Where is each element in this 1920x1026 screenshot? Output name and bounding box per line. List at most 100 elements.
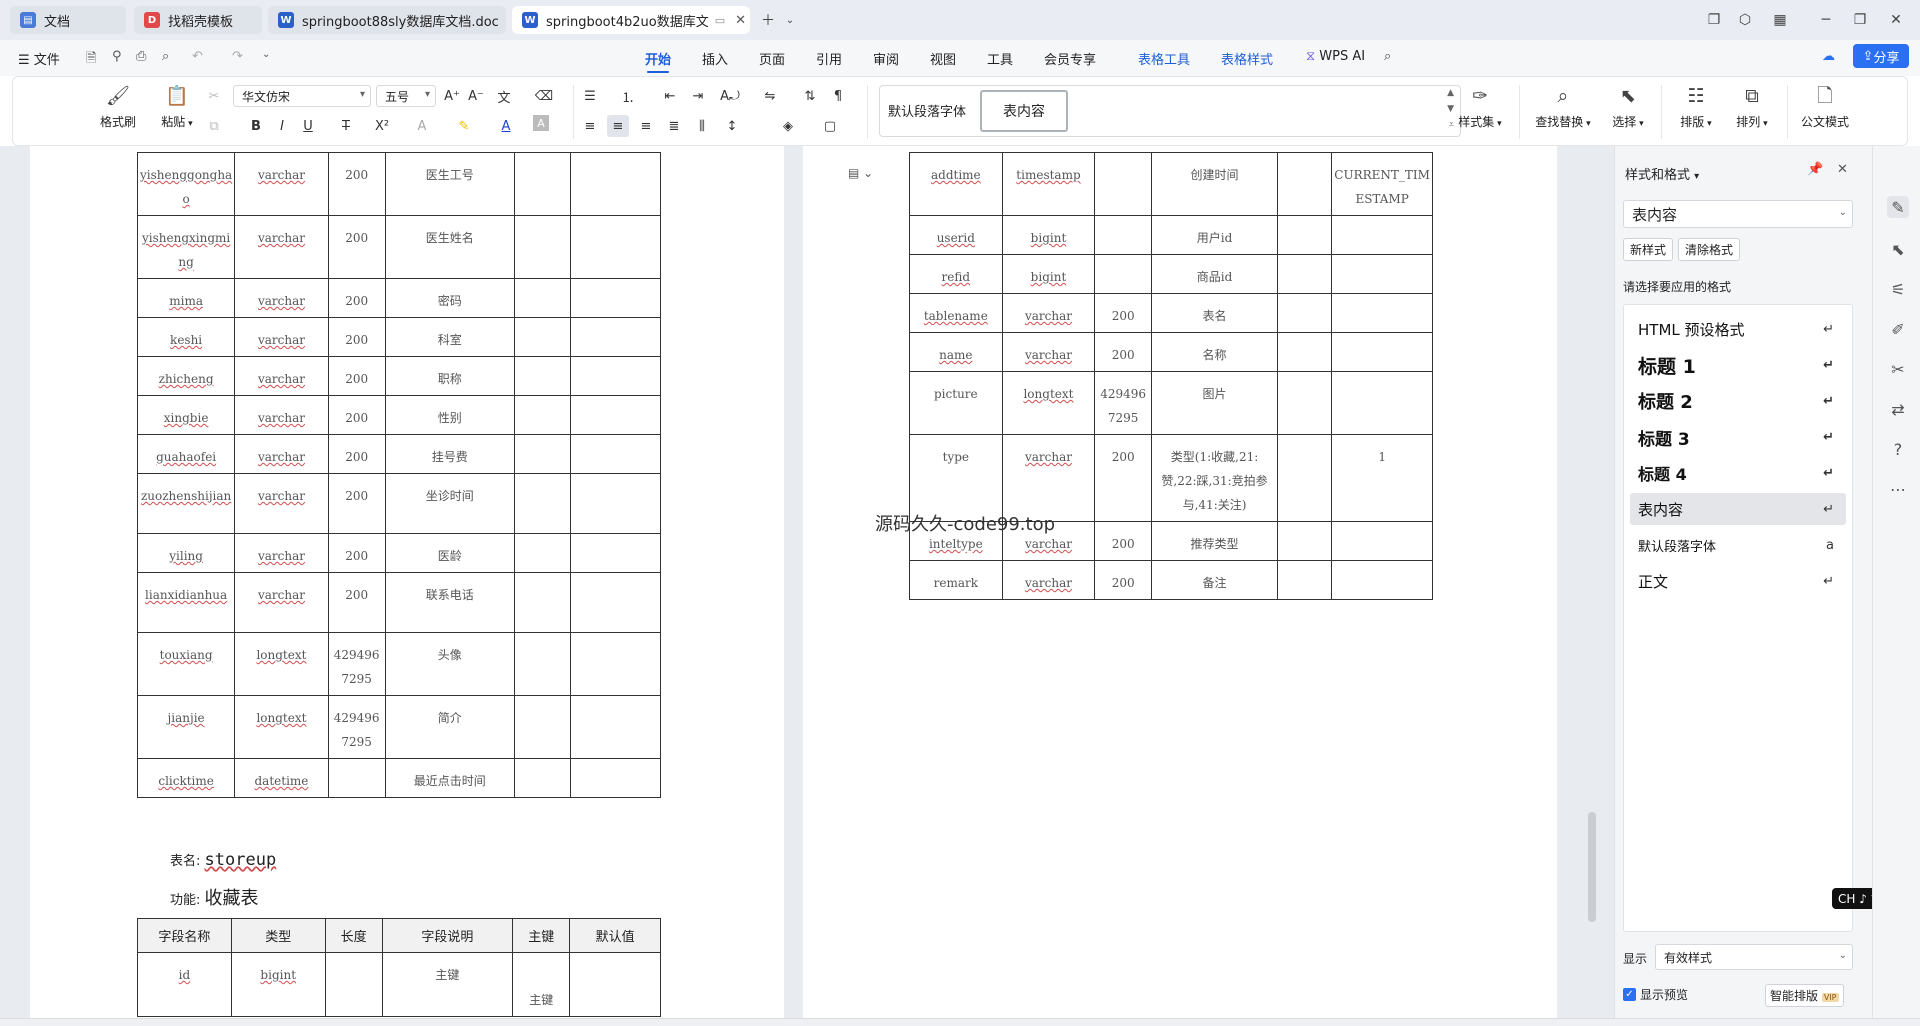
field-desc-cell[interactable]: 医生工号 [384,152,515,216]
menu-table-tools[interactable]: 表格工具 [1138,49,1190,68]
field-desc-cell[interactable]: 图片 [1150,371,1279,435]
field-type-cell[interactable]: varchar [234,473,329,534]
clear-format-button[interactable]: 清除格式 [1678,238,1741,261]
field-pk-cell[interactable] [513,278,572,318]
new-tab-icon[interactable]: ＋ [756,8,780,32]
tab-document-2[interactable]: W springboot4b2uo数据库文 ▭ ✕ [512,6,750,34]
vertical-scrollbar[interactable] [1588,152,1598,1012]
field-name-cell[interactable]: id [137,952,232,1017]
field-pk-cell[interactable] [513,695,572,759]
field-default-cell[interactable] [1331,293,1433,333]
align-right-icon[interactable]: ≡ [635,115,657,137]
field-pk-cell[interactable] [1277,332,1333,372]
tab-document-1[interactable]: W springboot88sly数据库文档.doc [268,6,506,34]
field-name-cell[interactable]: yishengxingmi​ng [136,215,236,279]
field-desc-cell[interactable]: 类型(1:收藏,21​:赞,22:踩,31​:竞拍参与,41:关​注) [1150,434,1279,522]
field-name-cell[interactable]: addtime [909,152,1003,216]
field-type-cell[interactable]: datetime [234,758,329,798]
field-default-cell[interactable] [570,215,661,279]
style-item[interactable]: 标题 2 ↵ [1630,385,1846,417]
field-type-cell[interactable]: varchar [1001,560,1096,600]
open-icon[interactable]: ⚲ [112,49,122,64]
field-desc-cell[interactable]: 最近点击时间 [384,758,515,798]
field-length-cell[interactable]: 200 [327,317,386,357]
field-name-cell[interactable]: keshi [136,317,236,357]
field-default-cell[interactable] [1331,254,1433,294]
field-name-cell[interactable]: picture [909,371,1003,435]
field-length-cell[interactable]: 200 [327,152,386,216]
field-name-cell[interactable]: jianjie [136,695,236,759]
cloud-upload-icon[interactable]: ☁ [1822,49,1835,64]
field-default-cell[interactable] [570,695,661,759]
menu-table-style[interactable]: 表格样式 [1221,49,1273,68]
highlight-icon[interactable]: ✎ [453,115,475,137]
scrollbar-thumb[interactable] [1588,812,1596,922]
field-name-cell[interactable]: zhicheng [136,356,236,396]
menu-start[interactable]: 开始 [645,49,671,73]
format-painter-button[interactable]: 🖌 格式刷 [91,81,145,130]
menu-review[interactable]: 审阅 [873,49,899,68]
translate-icon[interactable]: ⇄ [1887,398,1909,420]
shading-icon[interactable]: ◈ [777,115,799,137]
menu-page[interactable]: 页面 [759,49,785,68]
field-type-cell[interactable]: longtext [1001,371,1096,435]
field-default-cell[interactable] [570,278,661,318]
field-default-cell[interactable] [1331,371,1433,435]
menu-insert[interactable]: 插入 [702,49,728,68]
save-icon[interactable]: 🗎 [86,49,96,71]
field-desc-cell[interactable]: 简介 [384,695,515,759]
close-window-icon[interactable]: ✕ [1884,8,1908,32]
field-length-cell[interactable] [324,952,383,1017]
field-type-cell[interactable]: bigint [1001,215,1096,255]
field-length-cell[interactable]: 200 [327,533,386,573]
field-default-cell[interactable] [570,632,661,696]
field-length-cell[interactable] [1094,215,1152,255]
style-item[interactable]: 标题 1 ↵ [1630,349,1846,381]
field-default-cell[interactable] [1331,560,1433,600]
new-style-button[interactable]: 新样式 [1623,238,1674,261]
field-length-cell[interactable]: 200 [327,395,386,435]
show-marks-icon[interactable]: ¶ [827,85,849,107]
field-type-cell[interactable]: varchar [1001,293,1096,333]
field-name-cell[interactable]: name [909,332,1003,372]
menu-member[interactable]: 会员专享 [1044,49,1096,68]
field-pk-cell[interactable] [513,356,572,396]
align-left-icon[interactable]: ≡ [579,115,601,137]
field-default-cell[interactable]: CURRENT_TIM​ESTAMP [1331,152,1433,216]
field-length-cell[interactable]: 200 [327,278,386,318]
font-shrink-icon[interactable]: A⁻ [465,85,487,107]
current-style-select[interactable]: 表内容 ⌄ [1623,200,1853,228]
window-restore-icon[interactable]: ❐ [1702,8,1726,32]
bullet-list-icon[interactable]: ☰ [579,85,601,107]
field-pk-cell[interactable] [1277,215,1333,255]
smart-layout-button[interactable]: 智能排版 VIP [1765,984,1844,1007]
field-default-cell[interactable] [569,952,661,1017]
close-tab-icon[interactable]: ✕ [735,13,746,28]
font-grow-icon[interactable]: A⁺ [441,85,463,107]
text-effect-icon[interactable]: A [411,115,433,137]
strikethrough-icon[interactable]: T [335,115,357,137]
cut-icon[interactable]: ✂ [203,85,225,107]
font-size-select[interactable]: 五号 ▾ [376,85,436,107]
field-type-cell[interactable]: varchar [234,533,329,573]
style-item[interactable]: HTML 预设格式 ↵ [1630,313,1846,345]
adjust-icon[interactable]: ⚟ [1887,278,1909,300]
field-default-cell[interactable] [570,473,661,534]
field-type-cell[interactable]: longtext [234,695,329,759]
style-default-paragraph[interactable]: 默认段落字体 [888,101,966,120]
field-pk-cell[interactable] [513,758,572,798]
field-length-cell[interactable]: 429496​7295 [327,695,386,759]
justify-icon[interactable]: ≣ [663,115,685,137]
field-pk-cell[interactable] [1277,293,1333,333]
field-length-cell[interactable]: 200 [327,215,386,279]
menu-reference[interactable]: 引用 [816,49,842,68]
minimize-icon[interactable]: ─ [1814,8,1838,32]
tab-docer[interactable]: D 找稻壳模板 [134,6,262,34]
file-menu[interactable]: ☰ 文件 [18,49,60,68]
field-length-cell[interactable] [327,758,386,798]
field-length-cell[interactable] [1094,254,1152,294]
field-default-cell[interactable] [570,533,661,573]
field-pk-cell[interactable] [1277,560,1333,600]
field-desc-cell[interactable]: 推荐类型 [1150,521,1279,561]
field-type-cell[interactable]: bigint [230,952,326,1017]
